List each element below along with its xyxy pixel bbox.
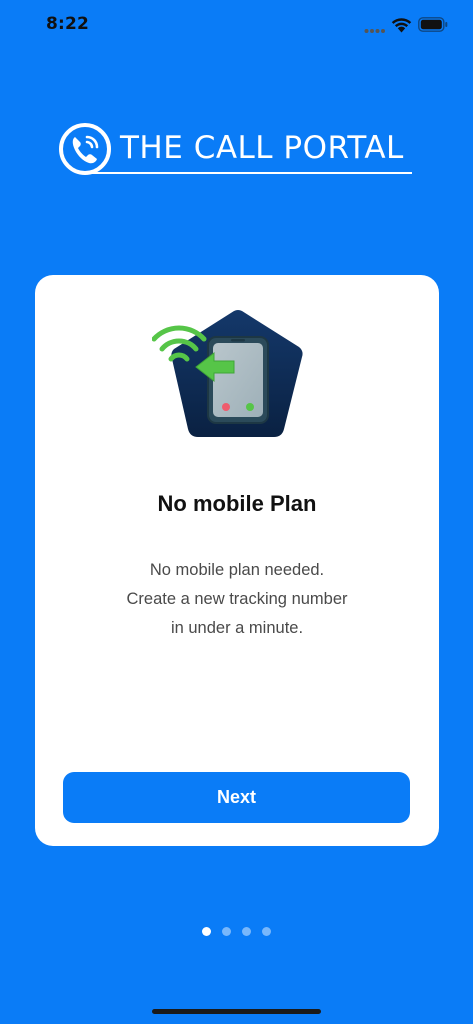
page-indicator (0, 927, 473, 937)
card-description-line: in under a minute. (170, 619, 304, 637)
cellular-signal-icon (364, 29, 385, 33)
status-bar: 8:22 (0, 0, 473, 52)
onboarding-card: No mobile Plan No mobile plan needed. Cr… (35, 275, 439, 846)
card-description-line: Create a new tracking number (126, 590, 348, 608)
phone-wifi-illustration (152, 310, 303, 437)
card-description-line: No mobile plan needed. (149, 561, 325, 579)
page-dot-3[interactable] (242, 927, 251, 936)
card-description: No mobile plan needed. Create a new trac… (35, 556, 439, 643)
app-logo: THE CALL PORTAL (58, 120, 414, 180)
status-time: 8:22 (46, 14, 90, 34)
battery-icon (418, 17, 448, 32)
onboarding-screen: 8:22 THE CALL PORTAL No mobile Plan No m… (0, 0, 473, 1024)
page-dot-4[interactable] (262, 927, 271, 936)
next-button[interactable]: Next (63, 772, 410, 823)
home-indicator[interactable] (152, 1009, 321, 1014)
logo-text: THE CALL PORTAL (120, 130, 404, 166)
logo-underline (82, 172, 412, 174)
phone-call-icon (59, 123, 111, 175)
wifi-icon (391, 18, 412, 33)
card-title: No mobile Plan (157, 491, 317, 516)
page-dot-2[interactable] (222, 927, 231, 936)
page-dot-1[interactable] (202, 927, 211, 936)
